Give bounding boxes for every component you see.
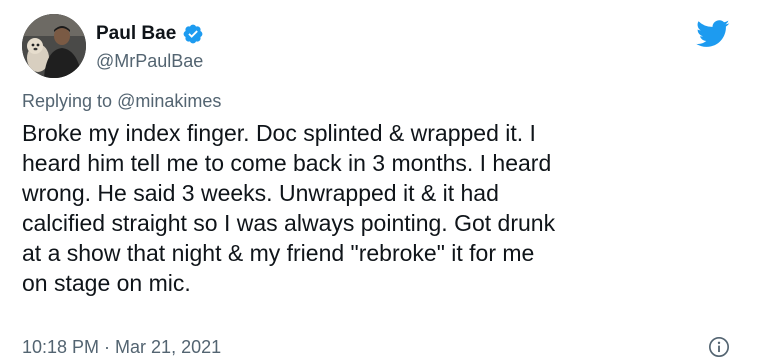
tweet-time[interactable]: 10:18 PM [22, 337, 99, 357]
avatar[interactable] [22, 14, 86, 78]
tweet-text-line: Broke my index finger. Doc splinted & wr… [22, 120, 536, 146]
twitter-bird-icon[interactable] [696, 20, 730, 48]
tweet-text-line: calcified straight so I was always point… [22, 210, 556, 236]
reply-mention-link[interactable]: @minakimes [117, 91, 221, 111]
verified-badge-icon [182, 23, 204, 45]
replying-prefix: Replying to [22, 91, 118, 111]
tweet-timestamp[interactable]: 10:18 PM · Mar 21, 2021 [22, 337, 221, 358]
author-name-row[interactable]: Paul Bae [96, 22, 204, 46]
tweet-text-line: wrong. He said 3 weeks. Unwrapped it & i… [22, 180, 499, 206]
meta-separator: · [104, 337, 111, 357]
tweet-text-line: at a show that night & my friend "rebrok… [22, 240, 535, 266]
replying-to: Replying to @minakimes [22, 91, 221, 112]
tweet-text-line: heard him tell me to come back in 3 mont… [22, 150, 552, 176]
tweet-date[interactable]: Mar 21, 2021 [115, 337, 221, 357]
display-name[interactable]: Paul Bae [96, 23, 176, 45]
info-icon[interactable] [708, 336, 730, 358]
tweet-text: Broke my index finger. Doc splinted & wr… [22, 118, 742, 298]
tweet-card: Paul Bae @MrPaulBae Replying to @minakim… [0, 0, 758, 364]
tweet-text-line: on stage on mic. [22, 270, 191, 296]
author-handle[interactable]: @MrPaulBae [96, 51, 203, 72]
